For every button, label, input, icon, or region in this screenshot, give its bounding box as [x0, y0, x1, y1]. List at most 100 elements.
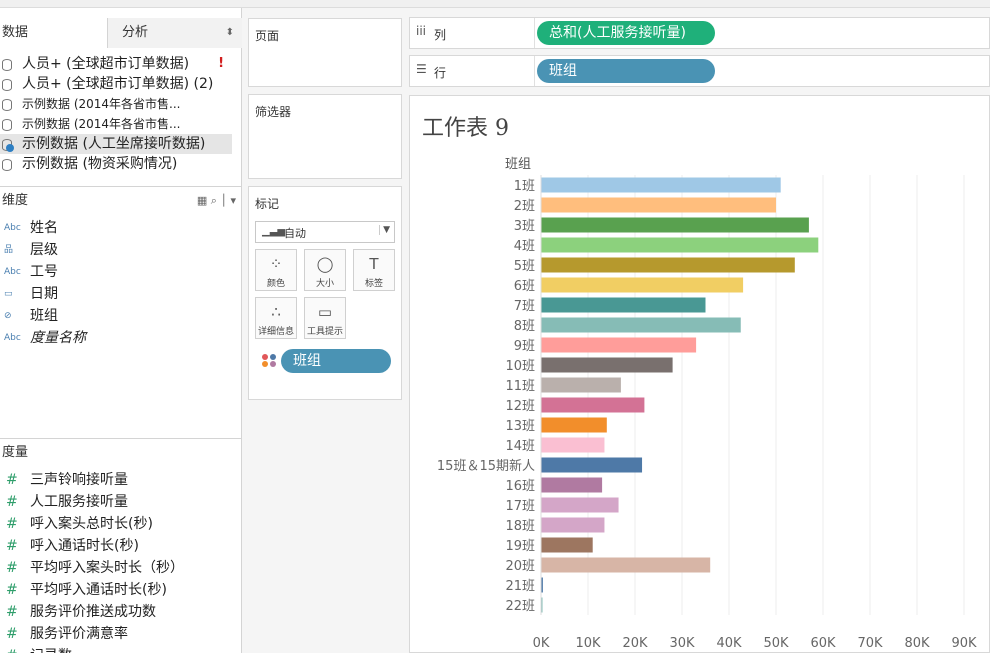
- dimension-field[interactable]: ▭ 日期: [0, 283, 240, 305]
- category-label: 17班: [505, 499, 535, 514]
- datasource-item[interactable]: 示例数据 (2014年各省市售...: [0, 114, 232, 134]
- tab-data[interactable]: 数据: [0, 18, 108, 48]
- measure-field[interactable]: # 服务评价满意率: [0, 623, 240, 645]
- field-label: 服务评价满意率: [30, 626, 128, 642]
- measures-title: 度量: [2, 445, 29, 460]
- bar: [541, 477, 603, 493]
- measure-field[interactable]: # 记录数: [0, 645, 240, 653]
- datasource-label: 示例数据 (人工坐席接听数据): [22, 136, 206, 152]
- category-label: 11班: [505, 379, 535, 394]
- measure-field[interactable]: # 人工服务接听量: [0, 491, 240, 513]
- measure-field[interactable]: # 平均呼入案头时长（秒）: [0, 557, 240, 579]
- marks-type-dropdown[interactable]: ▁▃▅ 自动 ▼: [255, 221, 395, 243]
- datasource-item[interactable]: 示例数据 (人工坐席接听数据): [0, 134, 232, 154]
- x-tick-label: 60K: [810, 636, 836, 651]
- columns-shelf: iii 列 总和(人工服务接听量): [409, 17, 990, 49]
- x-tick-label: 10K: [575, 636, 601, 651]
- measure-icon: #: [6, 582, 18, 598]
- tab-analysis[interactable]: 分析 ⬍: [108, 18, 242, 48]
- pages-card[interactable]: 页面: [248, 18, 402, 87]
- dimension-field[interactable]: ⊘ 班组: [0, 305, 240, 327]
- category-label: 1班: [514, 179, 535, 194]
- field-label: 人工服务接听量: [30, 494, 128, 510]
- mark-button-label: 详细信息: [257, 327, 294, 337]
- x-tick-label: 70K: [857, 636, 883, 651]
- bar: [541, 557, 711, 573]
- field-label: 日期: [30, 286, 58, 302]
- dimensions-header: 维度 ▦ ⌕ │ ▾: [0, 189, 242, 213]
- field-label: 记录数: [30, 645, 72, 653]
- x-tick-label: 40K: [716, 636, 742, 651]
- datasource-item[interactable]: 人员+ (全球超市订单数据)!: [0, 54, 232, 74]
- measure-icon: #: [6, 494, 18, 510]
- bar: [541, 277, 744, 293]
- measure-field[interactable]: # 平均呼入通话时长(秒): [0, 579, 240, 601]
- category-label: 4班: [514, 239, 535, 254]
- marks-color-pill[interactable]: 班组: [281, 349, 391, 373]
- measure-field[interactable]: # 三声铃响接听量: [0, 469, 240, 491]
- tooltip-button[interactable]: ▭ 工具提示: [304, 297, 346, 339]
- bar: [541, 337, 697, 353]
- datasource-label: 人员+ (全球超市订单数据): [22, 56, 190, 72]
- marks-type-label: 自动: [284, 227, 306, 240]
- size-button[interactable]: ◯ 大小: [304, 249, 346, 291]
- dimension-field[interactable]: 品 层级: [0, 239, 240, 261]
- warning-icon: !: [218, 56, 224, 71]
- mark-button-label: 标签: [364, 279, 383, 289]
- mark-button-label: 大小: [315, 279, 334, 289]
- category-label: 6班: [514, 279, 535, 294]
- category-label: 21班: [505, 579, 535, 594]
- measures-header: 度量: [0, 441, 242, 465]
- datasource-item[interactable]: 人员+ (全球超市订单数据) (2): [0, 74, 232, 94]
- bar: [541, 417, 607, 433]
- datasource-item[interactable]: 示例数据 (物资采购情况): [0, 154, 232, 174]
- field-label: 层级: [30, 242, 58, 258]
- columns-pill[interactable]: 总和(人工服务接听量): [537, 21, 715, 45]
- dimension-field[interactable]: Abc 度量名称: [0, 327, 240, 349]
- rows-label: 行: [434, 66, 447, 80]
- detail-button[interactable]: ∴ 详细信息: [255, 297, 297, 339]
- rows-shelf: ☰ 行 班组: [409, 55, 990, 87]
- bar: [541, 177, 781, 193]
- database-icon: [2, 59, 12, 71]
- dimension-field[interactable]: Abc 工号: [0, 261, 240, 283]
- worksheet-view: 工作表 9 班组 1班 2班 3班 4班 5班 6班 7班 8班 9班 10班 11班 12班 13班 14…: [409, 95, 990, 653]
- x-tick-label: 0K: [533, 636, 550, 651]
- field-label: 工号: [30, 264, 58, 280]
- chevron-down-icon: ▼: [379, 225, 390, 235]
- bar: [541, 357, 673, 373]
- dimension-tools[interactable]: ▦ ⌕ │ ▾: [197, 189, 236, 213]
- connected-icon: [6, 144, 14, 152]
- field-type-icon: 品: [4, 245, 14, 255]
- color-dots-icon: [261, 353, 277, 370]
- filters-card[interactable]: 筛选器: [248, 94, 402, 179]
- datasource-item[interactable]: 示例数据 (2014年各省市售...: [0, 94, 232, 114]
- x-tick-label: 30K: [669, 636, 695, 651]
- category-label: 9班: [514, 339, 535, 354]
- rows-pill[interactable]: 班组: [537, 59, 715, 83]
- marks-title: 标记: [255, 197, 280, 211]
- field-type-icon: Abc: [4, 223, 21, 233]
- field-type-icon: Abc: [4, 333, 21, 343]
- columns-label: 列: [434, 28, 447, 42]
- measure-field[interactable]: # 服务评价推送成功数: [0, 601, 240, 623]
- label-button[interactable]: T 标签: [353, 249, 395, 291]
- bar: [541, 537, 593, 553]
- bar: [541, 377, 621, 393]
- color-button[interactable]: ⁘ 颜色: [255, 249, 297, 291]
- field-label: 三声铃响接听量: [30, 472, 128, 488]
- field-label: 呼入通话时长(秒): [30, 538, 139, 554]
- dimension-field[interactable]: Abc 姓名: [0, 217, 240, 239]
- bar: [541, 517, 605, 533]
- measure-field[interactable]: # 呼入案头总时长(秒): [0, 513, 240, 535]
- measure-field[interactable]: # 呼入通话时长(秒): [0, 535, 240, 557]
- mark-button-label: 颜色: [266, 279, 285, 289]
- top-toolbar: [0, 0, 990, 8]
- field-label: 班组: [30, 308, 58, 324]
- pages-title: 页面: [255, 29, 280, 43]
- chevron-updown-icon[interactable]: ⬍: [226, 18, 234, 48]
- datasource-label: 示例数据 (物资采购情况): [22, 156, 178, 172]
- bar: [541, 457, 643, 473]
- datasource-label: 示例数据 (2014年各省市售...: [22, 117, 181, 131]
- divider: [534, 18, 535, 48]
